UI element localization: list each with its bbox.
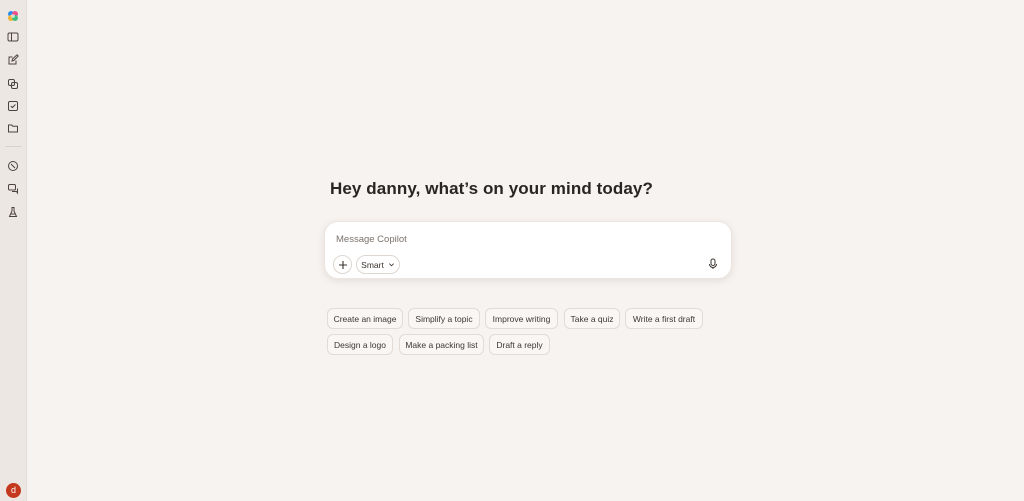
library-icon[interactable] bbox=[4, 75, 22, 93]
page-title: Hey danny, what’s on your mind today? bbox=[330, 179, 653, 198]
tasks-icon[interactable] bbox=[4, 97, 22, 115]
suggestion-chip[interactable]: Make a packing list bbox=[399, 334, 484, 355]
new-chat-icon[interactable] bbox=[4, 51, 22, 69]
suggestion-chip[interactable]: Design a logo bbox=[327, 334, 393, 355]
add-attachment-button[interactable] bbox=[333, 255, 352, 274]
suggestion-chip[interactable]: Improve writing bbox=[485, 308, 558, 329]
chevron-down-icon bbox=[388, 263, 394, 267]
suggestion-chip[interactable]: Simplify a topic bbox=[408, 308, 480, 329]
suggestion-chip[interactable]: Create an image bbox=[327, 308, 403, 329]
chat-bubbles-icon[interactable] bbox=[4, 180, 22, 198]
labs-icon[interactable] bbox=[4, 203, 22, 221]
avatar[interactable]: d bbox=[6, 483, 21, 498]
suggestion-chip[interactable]: Write a first draft bbox=[625, 308, 703, 329]
sidebar: d bbox=[0, 0, 27, 501]
plus-icon bbox=[338, 260, 347, 269]
mode-selector-button[interactable]: Smart bbox=[356, 255, 400, 274]
message-input[interactable]: Message Copilot bbox=[336, 234, 407, 245]
copilot-logo-icon[interactable] bbox=[4, 7, 22, 25]
folder-icon[interactable] bbox=[4, 119, 22, 137]
message-composer[interactable]: Message Copilot Smart bbox=[324, 221, 732, 279]
suggestion-chip[interactable]: Draft a reply bbox=[489, 334, 550, 355]
discover-icon[interactable] bbox=[4, 157, 22, 175]
sidebar-toggle-icon[interactable] bbox=[4, 28, 22, 46]
microphone-button[interactable] bbox=[705, 256, 721, 272]
suggestion-chip[interactable]: Take a quiz bbox=[564, 308, 620, 329]
sidebar-divider bbox=[5, 146, 21, 147]
mode-label: Smart bbox=[361, 259, 384, 270]
microphone-icon bbox=[709, 258, 717, 269]
